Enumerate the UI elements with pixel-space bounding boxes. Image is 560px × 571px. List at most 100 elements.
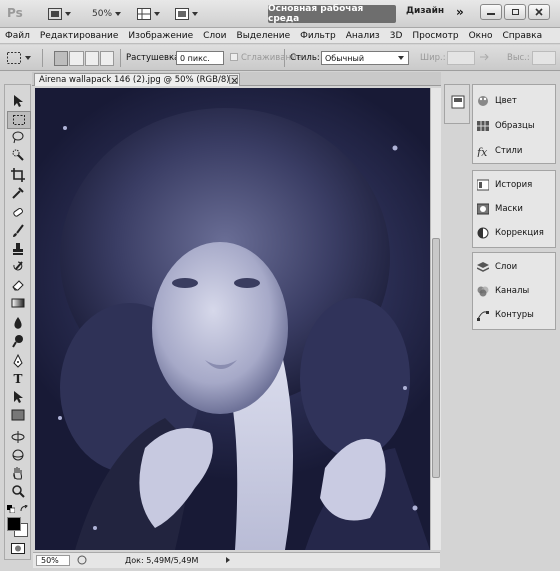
chevron-down-icon [192, 12, 198, 16]
panel-masks[interactable]: Маски [477, 198, 523, 220]
swap-dimensions-button[interactable] [480, 53, 489, 62]
marquee-icon [13, 115, 25, 125]
move-tool[interactable] [7, 93, 29, 109]
default-colors-icon [7, 505, 16, 514]
panel-adjustments[interactable]: Коррекция [477, 222, 544, 244]
subtract-from-selection-button[interactable] [84, 51, 99, 66]
panel-channels[interactable]: Каналы [477, 280, 529, 302]
tools-panel: T [4, 84, 31, 560]
eyedropper-tool[interactable] [7, 185, 29, 201]
document-size: Док: 5,49M/5,49M [125, 556, 199, 565]
masks-icon [477, 203, 489, 215]
type-tool[interactable]: T [7, 371, 29, 387]
panel-color[interactable]: Цвет [477, 90, 517, 112]
add-to-selection-button[interactable] [69, 51, 84, 66]
style-select[interactable]: Обычный [321, 51, 409, 65]
panel-history[interactable]: История [477, 174, 532, 196]
collapsed-panel-strip [444, 84, 470, 124]
crop-tool[interactable] [7, 167, 29, 183]
info-panel-button[interactable] [451, 95, 465, 109]
document-canvas[interactable] [35, 88, 430, 550]
screen-mode-button[interactable] [175, 6, 198, 22]
menu-help[interactable]: Справка [497, 31, 547, 41]
dodge-tool[interactable] [7, 333, 29, 349]
zoom-level-dropdown[interactable]: 50% [92, 6, 122, 22]
scrollbar-thumb[interactable] [432, 238, 440, 478]
menu-3d[interactable]: 3D [385, 31, 408, 41]
panel-styles[interactable]: fx Стили [477, 140, 522, 162]
more-workspaces-button[interactable]: » [456, 5, 464, 19]
panel-channels-label: Каналы [495, 286, 530, 296]
adjustments-icon [477, 227, 489, 239]
3d-rotate-tool[interactable] [7, 429, 29, 445]
new-selection-button[interactable] [54, 51, 69, 66]
panel-swatches-label: Образцы [495, 121, 535, 131]
document-tab[interactable]: Airena wallapack 146 (2).jpg @ 50% (RGB/… [34, 73, 240, 86]
menu-view[interactable]: Просмотр [407, 31, 463, 41]
panel-styles-label: Стили [495, 146, 523, 156]
close-button[interactable] [528, 4, 550, 20]
menu-layer[interactable]: Слои [198, 31, 231, 41]
application-bar: Ps 50% Основная рабочая среда Дизайн » [0, 0, 560, 28]
menu-window[interactable]: Окно [464, 31, 498, 41]
menu-file[interactable]: Файл [0, 31, 35, 41]
chevron-down-icon [154, 12, 160, 16]
menu-edit[interactable]: Редактирование [35, 31, 124, 41]
menu-filter[interactable]: Фильтр [295, 31, 341, 41]
workspace-essentials-button[interactable]: Основная рабочая среда [268, 4, 396, 24]
panel-layers[interactable]: Слои [477, 256, 517, 278]
blur-tool[interactable] [7, 315, 29, 331]
menu-select[interactable]: Выделение [232, 31, 296, 41]
panel-swatches[interactable]: Образцы [477, 115, 535, 137]
minimize-button[interactable] [480, 4, 502, 20]
feather-input[interactable]: 0 пикс. [176, 51, 224, 65]
workspace-design-button[interactable]: Дизайн [406, 6, 444, 16]
panel-group-layers: Слои Каналы Контуры [472, 252, 556, 330]
gradient-tool[interactable] [7, 295, 29, 311]
menu-image[interactable]: Изображение [123, 31, 198, 41]
antialias-checkbox[interactable] [230, 53, 238, 61]
menu-bar: Файл Редактирование Изображение Слои Выд… [0, 28, 560, 44]
lasso-tool[interactable] [7, 129, 29, 145]
3d-orbit-tool[interactable] [7, 447, 29, 463]
swap-colors-button[interactable] [20, 504, 29, 513]
default-colors-button[interactable] [7, 505, 16, 514]
path-select-icon [14, 391, 23, 403]
paths-icon [477, 311, 489, 321]
clone-stamp-tool[interactable] [7, 241, 29, 257]
status-menu-arrow[interactable] [226, 557, 230, 563]
vertical-scrollbar[interactable] [430, 88, 441, 550]
marquee-tool[interactable] [7, 111, 31, 129]
width-label: Шир.: [420, 53, 446, 63]
healing-brush-tool[interactable] [7, 205, 29, 221]
hand-tool[interactable] [7, 465, 29, 481]
status-zoom-field[interactable]: 50% [36, 555, 70, 566]
swatches-icon [477, 121, 489, 131]
brush-tool[interactable] [7, 223, 29, 239]
foreground-color-swatch[interactable] [7, 517, 21, 531]
shape-tool[interactable] [7, 407, 29, 423]
path-selection-tool[interactable] [7, 389, 29, 405]
status-icon [77, 555, 87, 565]
lasso-icon [12, 131, 24, 144]
close-document-button[interactable] [229, 75, 238, 84]
panel-masks-label: Маски [495, 204, 523, 214]
width-input[interactable] [447, 51, 475, 65]
launch-bridge-button[interactable] [48, 6, 71, 22]
quick-selection-tool[interactable] [7, 147, 29, 163]
styles-icon: fx [477, 146, 488, 157]
view-extras-button[interactable] [137, 6, 160, 22]
menu-analysis[interactable]: Анализ [341, 31, 385, 41]
eraser-icon [12, 280, 24, 291]
history-brush-tool[interactable] [7, 259, 29, 275]
panel-paths[interactable]: Контуры [477, 304, 534, 326]
pen-tool[interactable] [7, 353, 29, 369]
zoom-tool[interactable] [7, 483, 29, 499]
maximize-button[interactable] [504, 4, 526, 20]
dodge-icon [12, 335, 23, 348]
intersect-selection-button[interactable] [99, 51, 114, 66]
tool-preset-picker[interactable] [6, 50, 36, 66]
height-input[interactable] [532, 51, 556, 65]
quick-mask-button[interactable] [11, 543, 25, 554]
eraser-tool[interactable] [7, 277, 29, 293]
